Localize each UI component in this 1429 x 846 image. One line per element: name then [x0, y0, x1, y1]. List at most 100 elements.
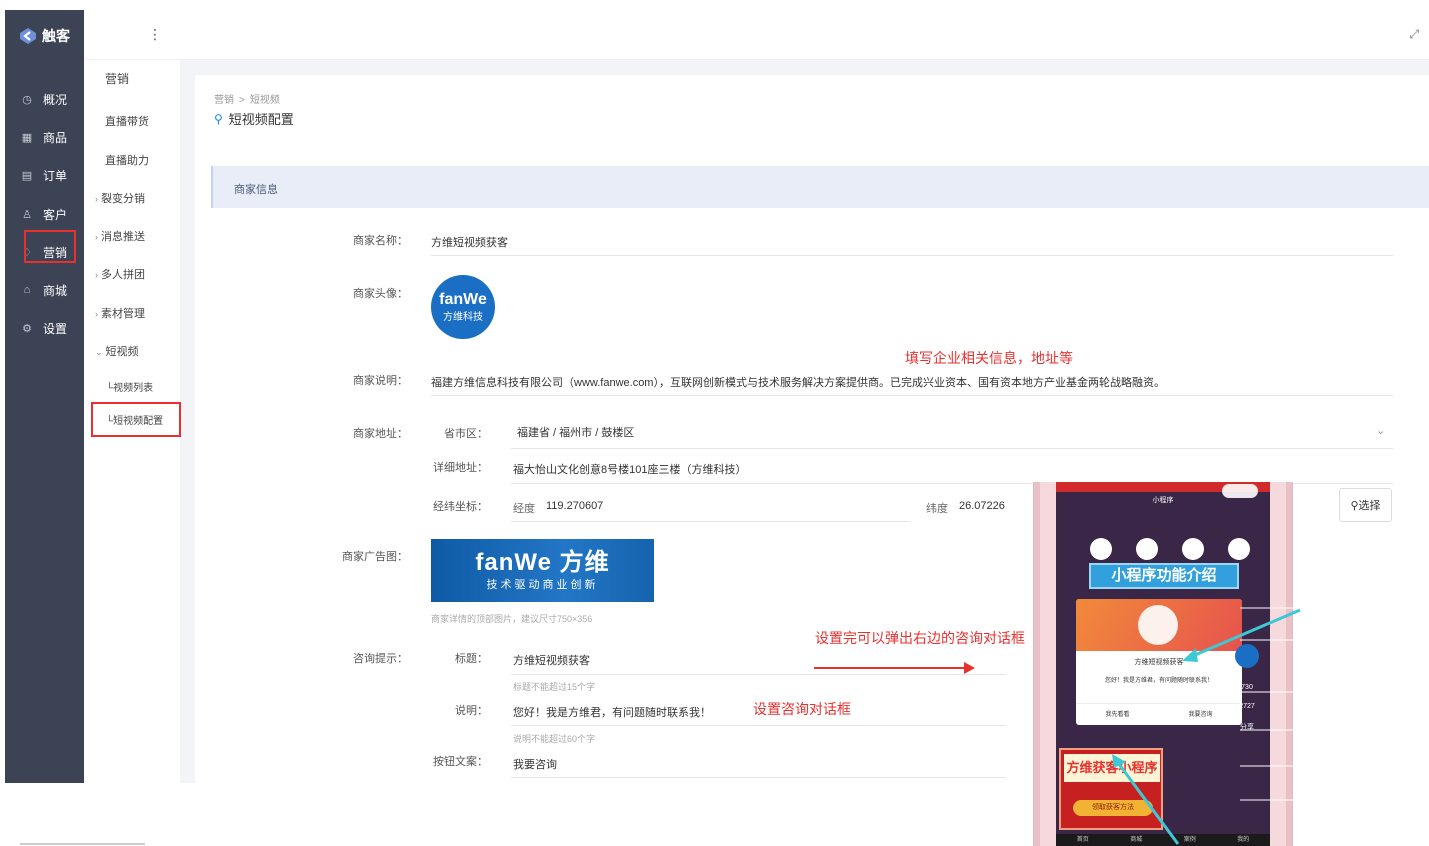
phone-icon-row [1090, 538, 1250, 560]
divider [511, 521, 911, 522]
subnav-item-group-buy[interactable]: › 多人拼团 [95, 266, 191, 282]
annotation-fill-info: 填写企业相关信息，地址等 [905, 350, 1073, 366]
merchant-name-input[interactable]: 方维短视频获客 [431, 234, 508, 250]
breadcrumb-separator: > [239, 95, 245, 106]
divider [431, 395, 1393, 396]
subnav-item-materials[interactable]: › 素材管理 [95, 305, 191, 321]
merchant-avatar-label: 商家头像： [353, 288, 408, 300]
ad-image-label: 商家广告图： [342, 551, 408, 563]
consult-title-hint: 标题不能超过15个字 [513, 682, 596, 692]
consult-desc-label: 说明： [455, 705, 488, 717]
divider [431, 255, 1393, 256]
highlight-box-video-config [91, 402, 181, 437]
region-select[interactable]: 福建省 / 福州市 / 鼓楼区 [517, 424, 634, 440]
subnav-item-label: 多人拼团 [101, 269, 145, 281]
merchant-desc-input[interactable]: 福建方维信息科技有限公司（www.fanwe.com），互联网创新模式与技术服务… [431, 374, 1391, 390]
subnav-item-fission[interactable]: › 裂变分销 [95, 190, 191, 206]
app-icon [1090, 538, 1112, 560]
subnav-item-label: 裂变分销 [101, 193, 145, 205]
sidebar-item-orders[interactable]: ▤ 订单 [5, 163, 84, 187]
button-text-label: 按钮文案： [433, 756, 488, 768]
sidebar-item-label: 客户 [43, 207, 68, 222]
scroll-indicator [20, 843, 145, 845]
calendar-icon: ▤ [21, 169, 33, 182]
select-location-button[interactable]: ⚲ 选择 [1339, 488, 1392, 522]
detail-address-label: 详细地址： [433, 462, 488, 474]
gear-icon: ⚙ [22, 322, 32, 335]
logo-icon [20, 28, 36, 44]
divider [511, 777, 1006, 778]
divider [511, 725, 1006, 726]
select-button-label: 选择 [1358, 500, 1381, 512]
chevron-down-icon[interactable]: ⌄ [1376, 424, 1385, 437]
subnav-item-short-video[interactable]: ⌄ 短视频 [95, 343, 191, 359]
app-icon [1182, 538, 1204, 560]
sidebar-item-label: 设置 [43, 321, 68, 336]
longitude-input[interactable]: 119.270607 [546, 500, 603, 512]
dashboard-icon: ◷ [22, 93, 32, 106]
ad-image-hint: 商家详情的顶部图片，建议尺寸750×356 [431, 614, 593, 624]
phone-banner-title: 小程序功能介绍 [1089, 563, 1239, 589]
coord-label: 经纬坐标： [433, 501, 488, 513]
subnav-item-label: 直播带货 [105, 116, 149, 128]
breadcrumb: 营销 > 短视频 [214, 91, 280, 106]
chevron-right-icon: › [95, 232, 98, 242]
sidebar-item-label: 商品 [43, 130, 68, 145]
sidebar-item-customers[interactable]: ♙ 客户 [5, 202, 84, 226]
breadcrumb-root[interactable]: 营销 [214, 95, 234, 106]
sidebar-item-label: 概况 [43, 92, 68, 107]
more-icon [1228, 538, 1250, 560]
highlight-box-marketing [24, 230, 76, 263]
breadcrumb-current: 短视频 [249, 95, 280, 106]
shop-icon: ⌂ [23, 284, 31, 296]
avatar-sub-text: 方维科技 [443, 311, 483, 323]
ad-banner-image[interactable]: fanWe 方维 技术驱动商业创新 [431, 539, 654, 602]
divider [511, 448, 1393, 449]
annotation-dialog-note: 设置咨询对话框 [753, 701, 851, 717]
subnav-item-label: 直播助力 [105, 155, 149, 167]
location-pin-icon: ⚲ [1350, 499, 1359, 512]
chevron-right-icon: › [95, 270, 98, 280]
subnav-item-label: 消息推送 [101, 231, 145, 243]
more-menu-icon[interactable]: ⋮ [148, 26, 162, 43]
location-pin-icon: ⚲ [214, 111, 223, 126]
consult-desc-hint: 说明不能超过60个字 [513, 734, 596, 744]
user-icon: ♙ [22, 208, 32, 221]
consult-title-label: 标题： [455, 653, 488, 665]
sidebar-item-mall[interactable]: ⌂ 商城 [5, 278, 84, 302]
consult-desc-input[interactable]: 您好！我是方维君，有问题随时联系我！ [513, 704, 711, 720]
merchant-desc-label: 商家说明： [353, 375, 408, 387]
merchant-avatar[interactable]: fanWe 方维科技 [431, 275, 495, 339]
consult-label: 咨询提示： [353, 653, 408, 665]
logo-text: 触客 [42, 28, 70, 44]
chevron-right-icon: › [95, 194, 98, 204]
subnav-item-push[interactable]: › 消息推送 [95, 228, 191, 244]
divider [511, 674, 1006, 675]
app-icon [1136, 538, 1158, 560]
sidebar-item-settings[interactable]: ⚙ 设置 [5, 316, 84, 340]
avatar-logo-text: fanWe [439, 290, 487, 308]
sidebar-item-goods[interactable]: ▦ 商品 [5, 125, 84, 149]
arrow-right-icon [814, 662, 975, 674]
phone-edge [1034, 482, 1040, 846]
detail-address-input[interactable]: 福大怡山文化创意8号楼101座三楼（方维科技） [513, 461, 746, 477]
fullscreen-icon[interactable]: ⤢ [1409, 27, 1419, 42]
ad-slogan-text: 技术驱动商业创新 [486, 578, 599, 591]
phone-tab: 首页 [1076, 837, 1089, 843]
page-title-text: 短视频配置 [228, 112, 294, 127]
grid-icon: ▦ [21, 131, 33, 144]
longitude-label: 经度 [513, 503, 535, 515]
latitude-label: 纬度 [926, 503, 948, 515]
main-sidebar: 触客 ◷ 概况 ▦ 商品 ▤ 订单 ♙ 客户 ♢ 营销 ⌂ 商城 ⚙ 设置 [5, 10, 84, 783]
consult-title-input[interactable]: 方维短视频获客 [513, 652, 590, 668]
button-text-input[interactable]: 我要咨询 [513, 756, 557, 772]
app-logo[interactable]: 触客 [19, 26, 70, 46]
merchant-name-label: 商家名称： [353, 235, 408, 247]
chevron-right-icon: › [95, 309, 98, 319]
pointer-arrows [1112, 607, 1322, 845]
sidebar-item-overview[interactable]: ◷ 概况 [5, 87, 84, 111]
page-title: ⚲ 短视频配置 [214, 109, 294, 128]
miniprogram-capsule [1222, 484, 1258, 498]
latitude-input[interactable]: 26.07226 [959, 500, 1005, 512]
merchant-address-label: 商家地址： [353, 428, 408, 440]
